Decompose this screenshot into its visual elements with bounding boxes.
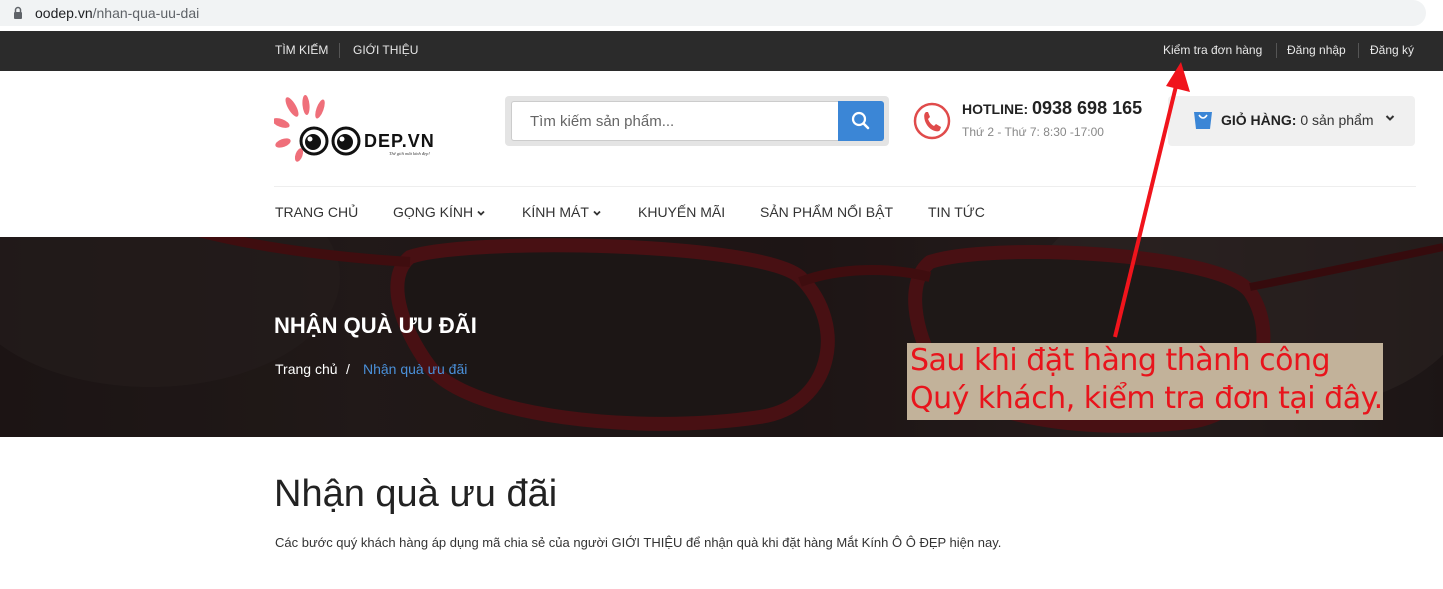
- search-icon: [851, 111, 870, 130]
- chevron-down-icon: [1385, 115, 1395, 121]
- shopping-bag-icon: [1194, 112, 1212, 129]
- nav-news[interactable]: TIN TỨC: [928, 204, 985, 220]
- top-bar: TÌM KIẾM GIỚI THIỆU Kiểm tra đơn hàng Đă…: [0, 31, 1443, 71]
- cart-count: 0 sản phẩm: [1300, 112, 1374, 128]
- lock-icon: [14, 6, 22, 19]
- search-button[interactable]: [838, 101, 884, 141]
- content-description: Các bước quý khách hàng áp dụng mã chia …: [275, 535, 1002, 550]
- breadcrumb-separator: /: [346, 361, 350, 377]
- header-divider: [274, 186, 1416, 187]
- url-host: oodep.vn: [35, 5, 93, 21]
- divider: [339, 43, 340, 58]
- url-path: /nhan-qua-uu-dai: [92, 5, 200, 21]
- topbar-search-link[interactable]: TÌM KIẾM: [275, 43, 328, 57]
- divider: [1276, 43, 1277, 58]
- annotation-line-2: Quý khách, kiểm tra đơn tại đây.: [910, 381, 1383, 416]
- topbar-about-link[interactable]: GIỚI THIỆU: [353, 43, 418, 57]
- nav-sunglasses[interactable]: KÍNH MÁT: [522, 204, 601, 220]
- cart-label: GIỎ HÀNG:: [1221, 112, 1297, 128]
- nav-home-label: TRANG CHỦ: [275, 204, 359, 220]
- nav-frames-label: GỌNG KÍNH: [393, 204, 474, 220]
- nav-featured[interactable]: SẢN PHẨM NỔI BẬT: [760, 204, 893, 220]
- search-box: [505, 96, 889, 146]
- nav-featured-label: SẢN PHẨM NỔI BẬT: [760, 204, 894, 220]
- annotation-line-1: Sau khi đặt hàng thành công: [910, 343, 1331, 378]
- chevron-down-icon: [593, 211, 601, 217]
- cart-button[interactable]: GIỎ HÀNG: 0 sản phẩm: [1168, 96, 1415, 146]
- breadcrumb-home[interactable]: Trang chủ: [275, 361, 338, 377]
- hotline-number[interactable]: 0938 698 165: [1032, 98, 1142, 119]
- nav-sunglasses-label: KÍNH MÁT: [522, 204, 589, 220]
- annotation-callout: Sau khi đặt hàng thành công Quý khách, k…: [907, 343, 1383, 420]
- nav-news-label: TIN TỨC: [928, 204, 985, 220]
- nav-promotions-label: KHUYẾN MÃI: [638, 204, 726, 220]
- hotline-label: HOTLINE:: [962, 101, 1029, 117]
- nav-frames[interactable]: GỌNG KÍNH: [393, 204, 485, 220]
- phone-icon: [913, 102, 951, 140]
- address-field[interactable]: oodep.vn/nhan-qua-uu-dai: [0, 0, 1426, 26]
- search-input[interactable]: [511, 101, 844, 141]
- page-title: NHẬN QUÀ ƯU ĐÃI: [274, 313, 477, 338]
- check-order-link[interactable]: Kiểm tra đơn hàng: [1163, 43, 1262, 57]
- content-heading: Nhận quà ưu đãi: [274, 473, 558, 515]
- cart-summary: GIỎ HÀNG: 0 sản phẩm: [1221, 112, 1374, 128]
- nav-home[interactable]: TRANG CHỦ: [275, 204, 358, 220]
- site-logo[interactable]: DEP.VN Thế giới mắt kính đẹp!: [274, 95, 444, 163]
- browser-url-bar: oodep.vn/nhan-qua-uu-dai: [0, 0, 1443, 31]
- logo-text: DEP.VN: [364, 131, 435, 151]
- chevron-down-icon: [477, 211, 485, 217]
- opening-hours: Thứ 2 - Thứ 7: 8:30 -17:00: [962, 125, 1104, 139]
- breadcrumb-current: Nhận quà ưu đãi: [363, 361, 468, 377]
- divider: [1358, 43, 1359, 58]
- nav-promotions[interactable]: KHUYẾN MÃI: [638, 204, 725, 220]
- register-link[interactable]: Đăng ký: [1370, 43, 1414, 57]
- logo-tagline: Thế giới mắt kính đẹp!: [389, 151, 430, 156]
- url-text: oodep.vn/nhan-qua-uu-dai: [35, 5, 199, 21]
- login-link[interactable]: Đăng nhập: [1287, 43, 1346, 57]
